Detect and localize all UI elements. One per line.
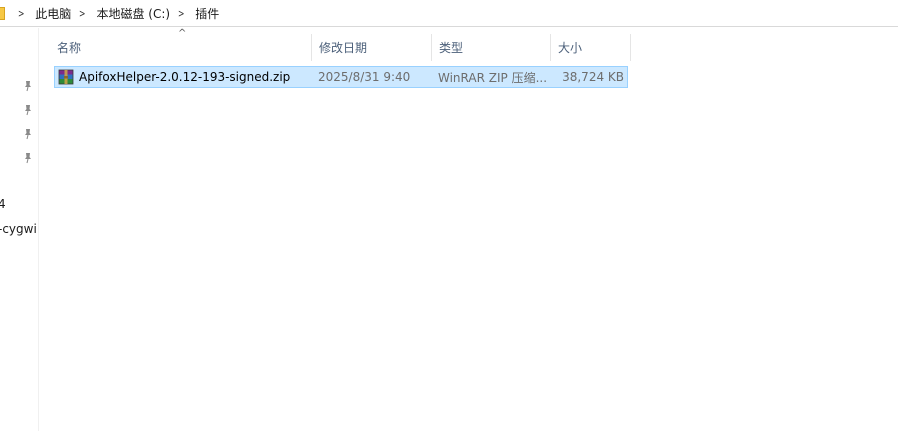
sort-ascending-icon: ^ [178,28,187,39]
file-explorer-window: > 此电脑 > 本地磁盘 (C:) > 插件 4 -cygwi ^ 名称 [0,0,898,431]
file-date-cell: 2025/8/31 9:40 [318,70,411,84]
column-headers: ^ 名称 修改日期 类型 大小 [50,28,631,61]
chevron-right-icon[interactable]: > [77,7,90,20]
column-header-name[interactable]: ^ 名称 [50,28,312,61]
nav-item-text[interactable]: 4 [0,197,6,211]
column-header-size[interactable]: 大小 [551,34,631,61]
pin-icon[interactable] [22,104,34,116]
nav-item-text[interactable]: -cygwi [0,222,37,236]
address-bar[interactable]: > 此电脑 > 本地磁盘 (C:) > 插件 [0,0,898,27]
chevron-right-icon[interactable]: > [176,7,189,20]
file-name-label: ApifoxHelper-2.0.12-193-signed.zip [79,70,291,84]
breadcrumb-this-pc[interactable]: 此电脑 [32,5,74,22]
file-row[interactable]: ApifoxHelper-2.0.12-193-signed.zip 2025/… [54,66,628,88]
winrar-zip-icon [58,69,74,85]
column-header-date[interactable]: 修改日期 [312,34,432,61]
column-header-type-label: 类型 [439,41,464,55]
breadcrumb-plugins[interactable]: 插件 [192,5,222,22]
navigation-pane: 4 -cygwi [0,28,39,431]
file-type-cell: WinRAR ZIP 压缩... [438,70,548,85]
folder-icon [0,7,5,20]
pin-icon[interactable] [22,128,34,140]
column-header-date-label: 修改日期 [319,41,368,55]
file-name-cell[interactable]: ApifoxHelper-2.0.12-193-signed.zip [55,69,314,85]
column-header-type[interactable]: 类型 [432,34,551,61]
column-header-name-label: 名称 [57,41,82,55]
pin-icon[interactable] [22,80,34,92]
pin-icon[interactable] [22,152,34,164]
breadcrumb-local-disk[interactable]: 本地磁盘 (C:) [93,5,173,22]
file-size-cell: 38,724 KB [562,70,624,84]
column-header-size-label: 大小 [558,41,583,55]
chevron-right-icon[interactable]: > [16,7,29,20]
